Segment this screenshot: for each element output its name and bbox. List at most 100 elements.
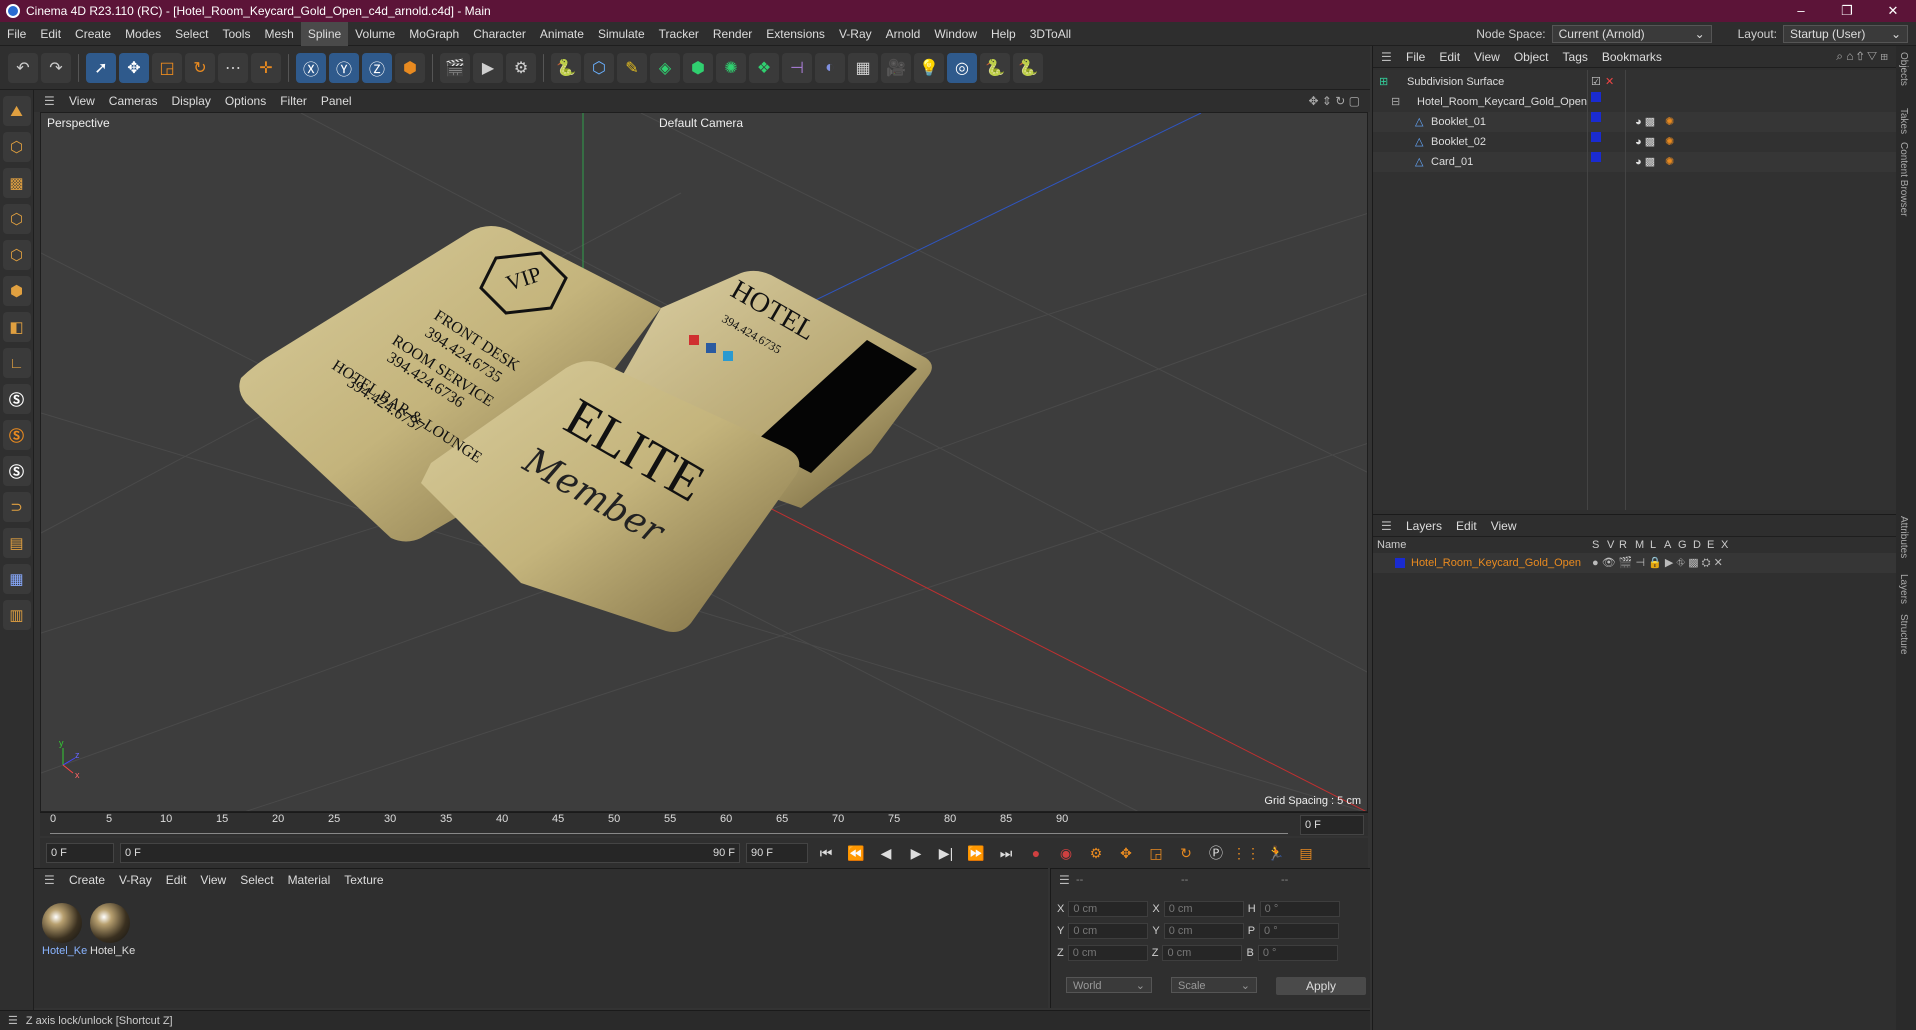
side-tab-attributes[interactable]: Attributes bbox=[1898, 516, 1909, 558]
side-tab-content-browser[interactable]: Content Browser bbox=[1898, 142, 1909, 216]
hamburger-icon[interactable]: ☰ bbox=[1381, 50, 1399, 64]
material-menu-select[interactable]: Select bbox=[233, 873, 280, 887]
objects-menu-file[interactable]: File bbox=[1399, 50, 1432, 64]
select-tool-icon[interactable]: ➚ bbox=[86, 52, 116, 83]
render-picture-viewer-icon[interactable]: ▶ bbox=[473, 52, 503, 83]
side-tab-takes[interactable]: Takes bbox=[1898, 108, 1909, 134]
size-z-field[interactable]: 0 cm bbox=[1162, 945, 1243, 961]
rotation-h-field[interactable]: 0 ° bbox=[1259, 901, 1340, 917]
y-axis-lock-icon[interactable]: Ⓨ bbox=[329, 52, 359, 83]
object-name[interactable]: Booklet_01 bbox=[1431, 112, 1486, 132]
autokey-icon[interactable]: ◉ bbox=[1054, 841, 1078, 865]
key-pla-icon[interactable]: ⋮⋮ bbox=[1232, 841, 1260, 865]
close-icon[interactable]: ✕ bbox=[1870, 0, 1916, 22]
timeline-ruler[interactable]: 0 5 10 15 20 25 30 35 40 45 50 55 60 65 … bbox=[40, 812, 1368, 836]
layer-name[interactable]: Hotel_Room_Keycard_Gold_Open bbox=[1411, 553, 1581, 573]
menu-create[interactable]: Create bbox=[68, 22, 118, 46]
key-position-icon[interactable]: ✥ bbox=[1114, 841, 1138, 865]
material-tag-icon[interactable]: ◕ ▩ bbox=[1635, 132, 1655, 152]
coord-scale-select[interactable]: Scale ⌄ bbox=[1171, 977, 1257, 993]
layers-menu-edit[interactable]: Edit bbox=[1449, 519, 1484, 533]
python-script-icon[interactable]: 🐍 bbox=[980, 52, 1010, 83]
step-forward-icon[interactable]: ▶| bbox=[934, 841, 958, 865]
menu-window[interactable]: Window bbox=[927, 22, 984, 46]
end-frame-field[interactable]: 90 F bbox=[746, 843, 808, 863]
workplane-icon[interactable]: ▤ bbox=[2, 528, 31, 558]
next-key-icon[interactable]: ⏩ bbox=[964, 841, 988, 865]
timeline-window-icon[interactable]: ▤ bbox=[1294, 841, 1318, 865]
viewport-menu-panel[interactable]: Panel bbox=[314, 94, 359, 108]
render-settings-icon[interactable]: ⚙ bbox=[506, 52, 536, 83]
menu-spline[interactable]: Spline bbox=[300, 21, 349, 46]
cube-icon[interactable]: ⬡ bbox=[584, 52, 614, 83]
menu-select[interactable]: Select bbox=[168, 22, 215, 46]
apply-button[interactable]: Apply bbox=[1276, 977, 1366, 995]
render-view-icon[interactable]: 🎬 bbox=[440, 52, 470, 83]
objects-menu-bookmarks[interactable]: Bookmarks bbox=[1595, 50, 1669, 64]
edges-mode-icon[interactable]: ⬡ bbox=[2, 240, 31, 270]
material-tag-icon[interactable]: ◕ ▩ bbox=[1635, 152, 1655, 172]
position-z-field[interactable]: 0 cm bbox=[1067, 945, 1148, 961]
visibility-check-icon[interactable]: ☑ bbox=[1591, 72, 1601, 92]
material-menu-material[interactable]: Material bbox=[281, 873, 338, 887]
current-frame-field[interactable]: 0 F bbox=[1300, 815, 1364, 835]
search-icon[interactable]: ⌕ ⌂ ⇧ ▽ ⊞ bbox=[1836, 49, 1888, 64]
rotate-tool-icon[interactable]: ↻ bbox=[185, 52, 215, 83]
objects-menu-edit[interactable]: Edit bbox=[1432, 50, 1467, 64]
object-name[interactable]: Subdivision Surface bbox=[1407, 72, 1504, 92]
model-mode-icon[interactable]: ⬡ bbox=[2, 132, 31, 162]
viewport-camera-label[interactable]: Default Camera bbox=[659, 116, 743, 130]
workplane-grid-icon[interactable]: ▦ bbox=[2, 564, 31, 594]
texture-mode-icon[interactable]: ▩ bbox=[2, 168, 31, 198]
layout-select[interactable]: Startup (User) ⌄ bbox=[1783, 25, 1908, 43]
key-scale-icon[interactable]: ◲ bbox=[1144, 841, 1168, 865]
undo-icon[interactable]: ↶ bbox=[8, 52, 38, 83]
viewport-menu-view[interactable]: View bbox=[62, 94, 102, 108]
rotation-p-field[interactable]: 0 ° bbox=[1259, 923, 1340, 939]
keyframe-selection-icon[interactable]: ⚙ bbox=[1084, 841, 1108, 865]
object-name[interactable]: Hotel_Room_Keycard_Gold_Open bbox=[1417, 92, 1587, 112]
menu-simulate[interactable]: Simulate bbox=[591, 22, 652, 46]
points-mode-icon[interactable]: ⬡ bbox=[2, 204, 31, 234]
subdivision-icon[interactable]: ◈ bbox=[650, 52, 680, 83]
recent-tool-icon[interactable]: ⋯ bbox=[218, 52, 248, 83]
menu-character[interactable]: Character bbox=[466, 22, 533, 46]
layers-menu-view[interactable]: View bbox=[1484, 519, 1524, 533]
phong-tag-icon[interactable]: ✺ bbox=[1665, 132, 1674, 152]
3d-viewport[interactable]: VIP FRONT DESK 394.424.6735 ROOM SERVICE… bbox=[40, 112, 1368, 812]
menu-mograph[interactable]: MoGraph bbox=[402, 22, 466, 46]
polygons-mode-icon[interactable]: ⬢ bbox=[2, 276, 31, 306]
layers-menu-layers[interactable]: Layers bbox=[1399, 519, 1449, 533]
quantize-icon[interactable]: Ⓢ bbox=[2, 456, 31, 486]
side-tab-layers[interactable]: Layers bbox=[1898, 574, 1909, 604]
cloner-icon[interactable]: ✺ bbox=[716, 52, 746, 83]
z-axis-lock-icon[interactable]: Ⓩ bbox=[362, 52, 392, 83]
material-menu-texture[interactable]: Texture bbox=[337, 873, 390, 887]
disabled-x-icon[interactable]: ✕ bbox=[1605, 72, 1614, 92]
viewport-menu-options[interactable]: Options bbox=[218, 94, 273, 108]
snap-settings-icon[interactable]: Ⓢ bbox=[2, 420, 31, 450]
object-row[interactable]: △ Booklet_01 ◕ ▩ ✺ bbox=[1373, 112, 1897, 132]
menu-tools[interactable]: Tools bbox=[215, 22, 257, 46]
uv-mode-icon[interactable]: ◧ bbox=[2, 312, 31, 342]
material-menu-vray[interactable]: V-Ray bbox=[112, 873, 159, 887]
layer-toggle-icons[interactable]: ● 👁 🎬 ⊣ 🔒 ▶ ⛗ ▩ ⛭ ✕ bbox=[1592, 553, 1723, 573]
deformer-icon[interactable]: ⊣ bbox=[782, 52, 812, 83]
objects-menu-tags[interactable]: Tags bbox=[1556, 50, 1595, 64]
rotation-b-field[interactable]: 0 ° bbox=[1257, 945, 1338, 961]
hamburger-icon[interactable]: ☰ bbox=[1059, 873, 1070, 887]
object-row[interactable]: ⊟ Hotel_Room_Keycard_Gold_Open bbox=[1373, 92, 1897, 112]
menu-mesh[interactable]: Mesh bbox=[257, 22, 300, 46]
viewport-menu-filter[interactable]: Filter bbox=[273, 94, 314, 108]
coord-mode-select[interactable]: World ⌄ bbox=[1066, 977, 1152, 993]
menu-render[interactable]: Render bbox=[706, 22, 759, 46]
menu-arnold[interactable]: Arnold bbox=[879, 22, 928, 46]
position-y-field[interactable]: 0 cm bbox=[1068, 923, 1149, 939]
step-back-icon[interactable]: ◀ bbox=[874, 841, 898, 865]
pen-spline-icon[interactable]: ✎ bbox=[617, 52, 647, 83]
previous-key-icon[interactable]: ⏪ bbox=[844, 841, 868, 865]
extrude-icon[interactable]: ⬢ bbox=[683, 52, 713, 83]
object-row[interactable]: ⊞ Subdivision Surface ☑ ✕ bbox=[1373, 72, 1897, 92]
size-x-field[interactable]: 0 cm bbox=[1163, 901, 1244, 917]
mograph-icon[interactable]: ❖ bbox=[749, 52, 779, 83]
